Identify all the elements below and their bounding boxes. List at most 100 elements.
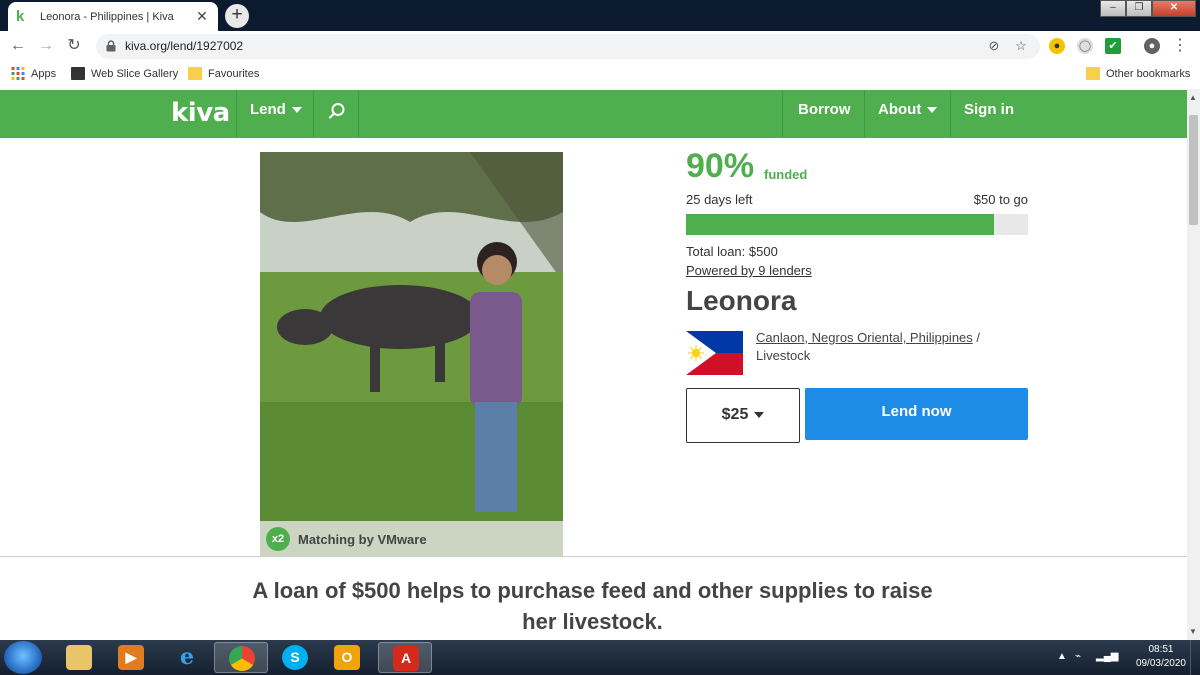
outlook-icon: O (334, 645, 360, 670)
network-signal-icon[interactable]: ▂▄▆ (1096, 651, 1118, 662)
scroll-up-arrow-icon[interactable]: ▲ (1189, 93, 1197, 102)
nav-search[interactable] (314, 90, 358, 138)
lenders-link[interactable]: Powered by 9 lenders (686, 263, 812, 278)
clock-time: 08:51 (1148, 644, 1174, 655)
skype-icon: S (282, 645, 308, 670)
clock-date: 09/03/2020 (1135, 658, 1186, 669)
browser-titlebar: k Leonora - Philippines | Kiva ✕ + – ❐ ✕ (0, 0, 1200, 31)
kiva-favicon-icon: k (16, 7, 25, 25)
tab-title: Leonora - Philippines | Kiva (40, 10, 174, 23)
matching-banner: x2 Matching by VMware (260, 521, 563, 557)
matching-x2-badge-icon: x2 (266, 527, 290, 551)
web-slice-icon (71, 67, 85, 80)
page-scrollbar[interactable]: ▲ ▼ (1187, 89, 1200, 640)
folder-icon (188, 67, 202, 80)
scrollbar-thumb[interactable] (1189, 115, 1198, 225)
bookmark-label: Apps (31, 67, 57, 80)
tab-close-icon[interactable]: ✕ (194, 8, 210, 25)
nav-divider (358, 90, 359, 138)
start-button-icon[interactable] (4, 641, 42, 674)
taskbar-media-player[interactable]: ▶ (104, 642, 158, 673)
acrobat-reader-icon: A (393, 646, 419, 671)
extension-icon[interactable]: ● (1049, 38, 1065, 54)
lend-amount-value: $25 (721, 406, 749, 423)
nav-sign-in[interactable]: Sign in (950, 90, 1028, 138)
philippines-flag-icon (686, 331, 743, 375)
bookmark-web-slice-gallery[interactable]: Web Slice Gallery (71, 67, 178, 80)
checkmark-extension-icon[interactable]: ✔ (1105, 38, 1121, 54)
amount-to-go: $50 to go (973, 192, 1028, 207)
other-bookmarks[interactable]: Other bookmarks (1086, 67, 1190, 80)
windows-taskbar: ▶ e S O A ▲ ⌁ ▂▄▆ 08:51 09/03/2020 (0, 640, 1200, 675)
chevron-down-icon (927, 107, 938, 114)
section-divider (0, 556, 1187, 557)
chevron-down-icon (754, 411, 765, 418)
folder-icon (1086, 67, 1100, 80)
matching-text: Matching by VMware (298, 531, 427, 547)
borrower-location: Canlaon, Negros Oriental, Philippines / … (756, 329, 980, 365)
bookmarks-bar: Apps Web Slice Gallery Favourites Other … (0, 61, 1200, 88)
reload-icon[interactable]: ↻ (64, 36, 84, 56)
loan-sector[interactable]: Livestock (756, 348, 810, 363)
taskbar-chrome[interactable] (214, 642, 268, 673)
address-bar[interactable]: kiva.org/lend/1927002 ⊘ ☆ (96, 34, 1040, 59)
tray-expand-icon[interactable]: ▲ (1057, 651, 1067, 662)
show-desktop-button[interactable] (1190, 640, 1200, 675)
extension-gray-icon[interactable]: ◯ (1077, 38, 1093, 54)
taskbar-acrobat[interactable]: A (378, 642, 432, 673)
funded-label: funded (764, 167, 808, 182)
borrower-name: Leonora (686, 285, 797, 316)
window-controls: – ❐ ✕ (1100, 0, 1196, 18)
bookmark-label: Web Slice Gallery (91, 67, 179, 80)
bookmark-label: Favourites (208, 67, 260, 80)
lend-now-button[interactable]: Lend now (805, 388, 1028, 440)
internet-explorer-icon: e (180, 644, 194, 670)
chevron-down-icon (291, 107, 302, 114)
browser-tab[interactable]: k Leonora - Philippines | Kiva ✕ (8, 2, 218, 31)
browser-toolbar: ← → ↻ kiva.org/lend/1927002 ⊘ ☆ ● ◯ ✔ ● … (0, 31, 1200, 61)
media-player-icon: ▶ (118, 645, 144, 670)
total-loan: Total loan: $500 (686, 244, 778, 259)
page-viewport: kiva Lend Borrow About Sign in x2 Matchi… (0, 89, 1187, 640)
funding-progress-fill (686, 214, 994, 235)
url-text: kiva.org/lend/1927002 (125, 39, 244, 53)
location-link[interactable]: Canlaon, Negros Oriental, Philippines (756, 330, 973, 345)
power-plug-icon[interactable]: ⌁ (1075, 651, 1081, 662)
taskbar-internet-explorer[interactable]: e (160, 642, 214, 673)
kiva-logo[interactable]: kiva (171, 98, 230, 128)
nav-lend-label: Lend (250, 101, 286, 118)
bookmark-favourites[interactable]: Favourites (188, 67, 259, 80)
nav-about-label: About (878, 101, 922, 118)
kiva-header: kiva Lend Borrow About Sign in (0, 90, 1187, 138)
taskbar-outlook[interactable]: O (320, 642, 374, 673)
forward-arrow-icon[interactable]: → (36, 36, 56, 56)
apps-grid-icon (11, 67, 25, 80)
days-left: 25 days left (686, 192, 753, 207)
nav-lend[interactable]: Lend (236, 90, 316, 138)
search-icon (328, 103, 345, 119)
lock-icon (106, 40, 116, 52)
menu-kebab-icon[interactable]: ⋮ (1170, 36, 1190, 56)
bookmark-apps[interactable]: Apps (11, 67, 56, 80)
funded-percent: 90% (686, 147, 755, 185)
bookmark-label: Other bookmarks (1106, 67, 1191, 80)
profile-avatar-icon[interactable]: ● (1144, 38, 1160, 54)
system-clock[interactable]: 08:51 09/03/2020 (1136, 643, 1186, 671)
new-tab-button[interactable]: + (225, 4, 249, 28)
maximize-button[interactable]: ❐ (1126, 0, 1152, 17)
scroll-down-arrow-icon[interactable]: ▼ (1189, 627, 1197, 636)
lend-amount-select[interactable]: $25 (686, 388, 800, 443)
nav-divider (782, 90, 783, 138)
taskbar-explorer[interactable] (52, 642, 106, 673)
borrower-photo (260, 152, 563, 557)
loan-description: A loan of $500 helps to purchase feed an… (252, 578, 933, 634)
taskbar-skype[interactable]: S (268, 642, 322, 673)
back-arrow-icon[interactable]: ← (8, 36, 28, 56)
close-window-button[interactable]: ✕ (1152, 0, 1196, 17)
minimize-button[interactable]: – (1100, 0, 1126, 17)
nav-borrow[interactable]: Borrow (784, 90, 865, 138)
chrome-icon (229, 646, 255, 671)
cookie-blocked-icon[interactable]: ⊘ (986, 38, 1002, 54)
nav-about[interactable]: About (864, 90, 951, 138)
bookmark-star-icon[interactable]: ☆ (1013, 38, 1029, 54)
